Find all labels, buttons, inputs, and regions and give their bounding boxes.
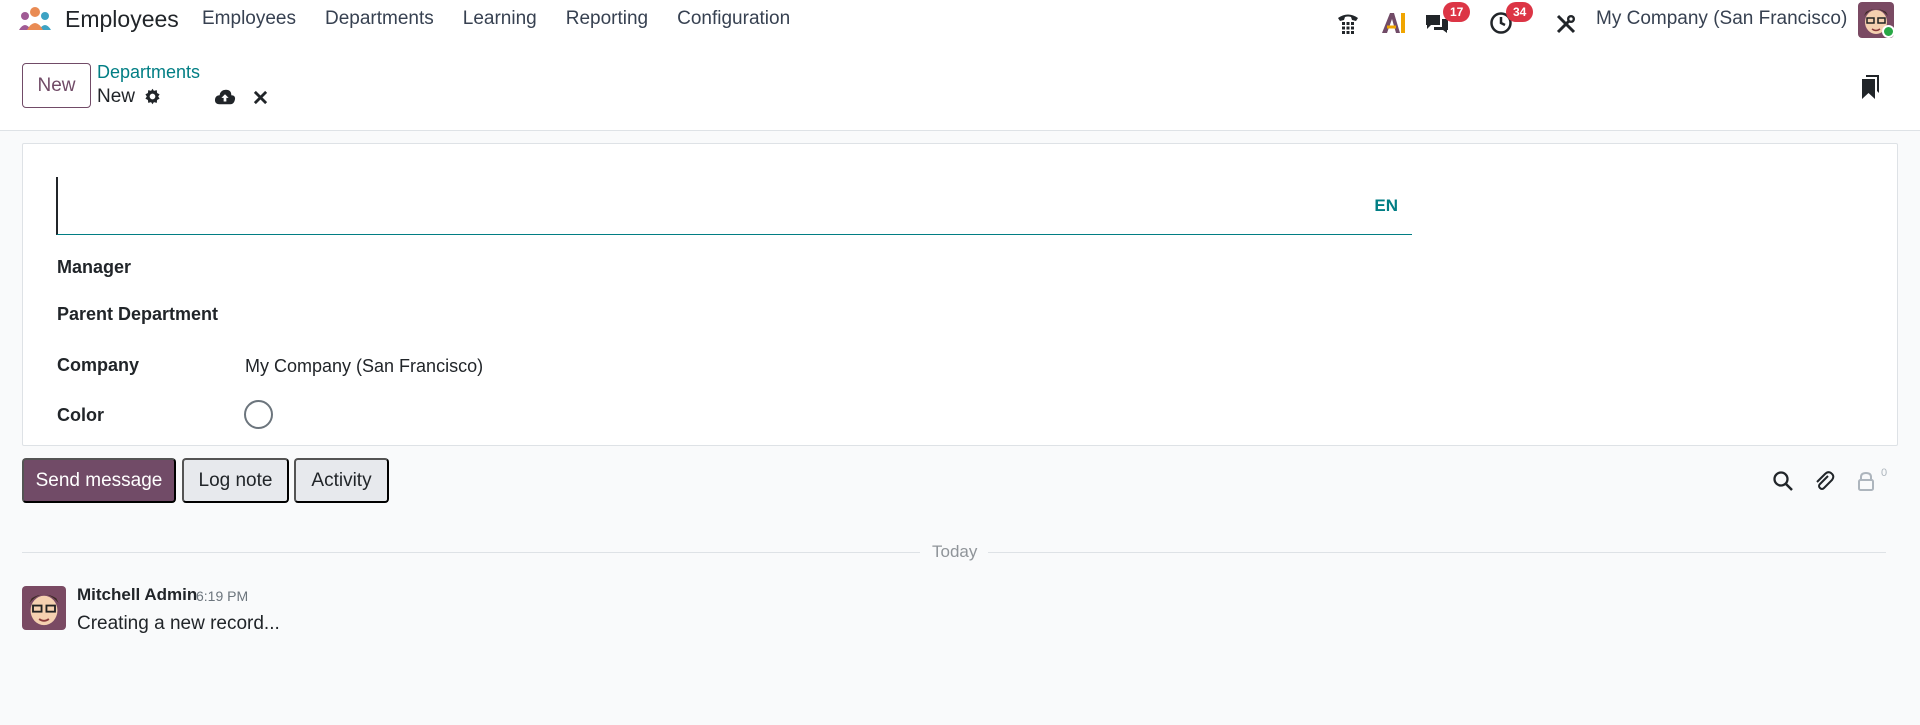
activities-badge: 34 xyxy=(1506,2,1534,22)
app-logo-icon[interactable] xyxy=(17,6,53,32)
log-note-button[interactable]: Log note xyxy=(182,458,289,503)
language-button[interactable]: EN xyxy=(1374,196,1398,216)
control-panel: New Departments New xyxy=(0,40,1920,131)
manager-field[interactable] xyxy=(245,257,745,281)
message-author[interactable]: Mitchell Admin xyxy=(77,585,197,605)
phone-icon[interactable] xyxy=(1335,6,1361,38)
lock-icon[interactable] xyxy=(1857,471,1875,491)
menu-learning[interactable]: Learning xyxy=(463,8,537,30)
messages-badge: 17 xyxy=(1443,2,1471,22)
separator-line-left xyxy=(22,552,920,553)
save-cloud-icon[interactable] xyxy=(214,88,236,106)
menu-configuration[interactable]: Configuration xyxy=(677,8,790,30)
color-label: Color xyxy=(57,405,104,425)
message-author-avatar[interactable] xyxy=(22,586,66,630)
paperclip-icon[interactable] xyxy=(1813,470,1835,492)
color-picker[interactable] xyxy=(244,400,273,429)
menu-employees[interactable]: Employees xyxy=(202,8,296,30)
message-time: 6:19 PM xyxy=(196,588,249,604)
gear-icon[interactable] xyxy=(144,88,161,105)
parent-department-label: Parent Department xyxy=(57,304,219,324)
bookmark-icon[interactable] xyxy=(1860,74,1880,100)
send-message-button[interactable]: Send message xyxy=(22,458,176,503)
date-separator: Today xyxy=(932,542,978,561)
tools-icon[interactable] xyxy=(1555,8,1577,40)
menu-departments[interactable]: Departments xyxy=(325,8,434,30)
author-avatar-icon xyxy=(22,586,66,630)
form-sheet: EN Manager Parent Department Company My … xyxy=(22,143,1898,446)
manager-label: Manager xyxy=(57,257,132,277)
menu-reporting[interactable]: Reporting xyxy=(566,8,648,30)
followers-count: 0 xyxy=(1881,467,1888,479)
new-button[interactable]: New xyxy=(22,63,91,108)
online-status-indicator xyxy=(1882,25,1895,38)
top-navbar: Employees Employees Departments Learning… xyxy=(0,0,1920,40)
message-body: Creating a new record... xyxy=(77,613,280,634)
activity-button[interactable]: Activity xyxy=(294,458,389,503)
department-name-input[interactable]: EN xyxy=(56,177,1412,235)
main-menu: Employees Departments Learning Reporting… xyxy=(202,8,819,30)
search-icon[interactable] xyxy=(1772,470,1794,492)
company-label: Company xyxy=(57,355,140,375)
company-switcher[interactable]: My Company (San Francisco) xyxy=(1596,8,1847,30)
ai-icon[interactable] xyxy=(1380,7,1408,39)
separator-line-right xyxy=(988,552,1886,553)
parent-department-field[interactable] xyxy=(245,304,745,328)
breadcrumb-departments[interactable]: Departments xyxy=(97,62,200,83)
discard-icon[interactable] xyxy=(253,90,268,105)
app-name[interactable]: Employees xyxy=(65,6,179,33)
company-field[interactable]: My Company (San Francisco) xyxy=(245,356,483,377)
record-title: New xyxy=(97,86,136,107)
